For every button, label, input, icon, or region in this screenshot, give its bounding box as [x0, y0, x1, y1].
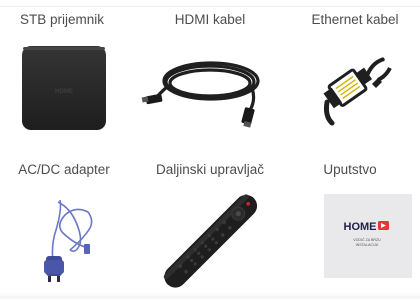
item-power-adapter: AC/DC adapter — [0, 150, 140, 300]
remote-control-icon — [140, 188, 280, 288]
power-adapter-icon — [0, 188, 140, 288]
manual-brand-text: HOME — [344, 221, 377, 233]
item-hdmi-cable: HDMI kabel — [140, 0, 280, 150]
item-label: STB prijemnik — [19, 12, 105, 27]
manual-subtitle-1: VODIČ ZA BRZU — [353, 237, 381, 242]
hdmi-cable-icon — [140, 38, 280, 138]
item-manual: Uputstvo HOME VODIČ ZA BRZU INSTALACIJU — [280, 150, 420, 300]
stb-brand-text: HOME — [55, 89, 73, 95]
item-stb-receiver: STB prijemnik HOME — [0, 0, 140, 150]
ethernet-cable-icon — [280, 38, 420, 138]
item-ethernet-cable: Ethernet kabel — [280, 0, 420, 150]
stb-receiver-icon: HOME — [0, 38, 140, 138]
item-label: AC/DC adapter — [18, 162, 110, 177]
item-label: HDMI kabel — [174, 12, 246, 27]
manual-icon: HOME VODIČ ZA BRZU INSTALACIJU — [280, 188, 420, 288]
item-label: Uputstvo — [323, 162, 377, 177]
item-label: Daljinski upravljač — [155, 162, 265, 177]
package-contents-grid: STB prijemnik HOME HDMI kabel Ethernet k… — [0, 0, 420, 299]
item-remote-control: Daljinski upravljač — [140, 150, 280, 300]
manual-subtitle-2: INSTALACIJU — [356, 243, 379, 247]
item-label: Ethernet kabel — [311, 12, 399, 27]
bottom-fade — [0, 291, 420, 299]
